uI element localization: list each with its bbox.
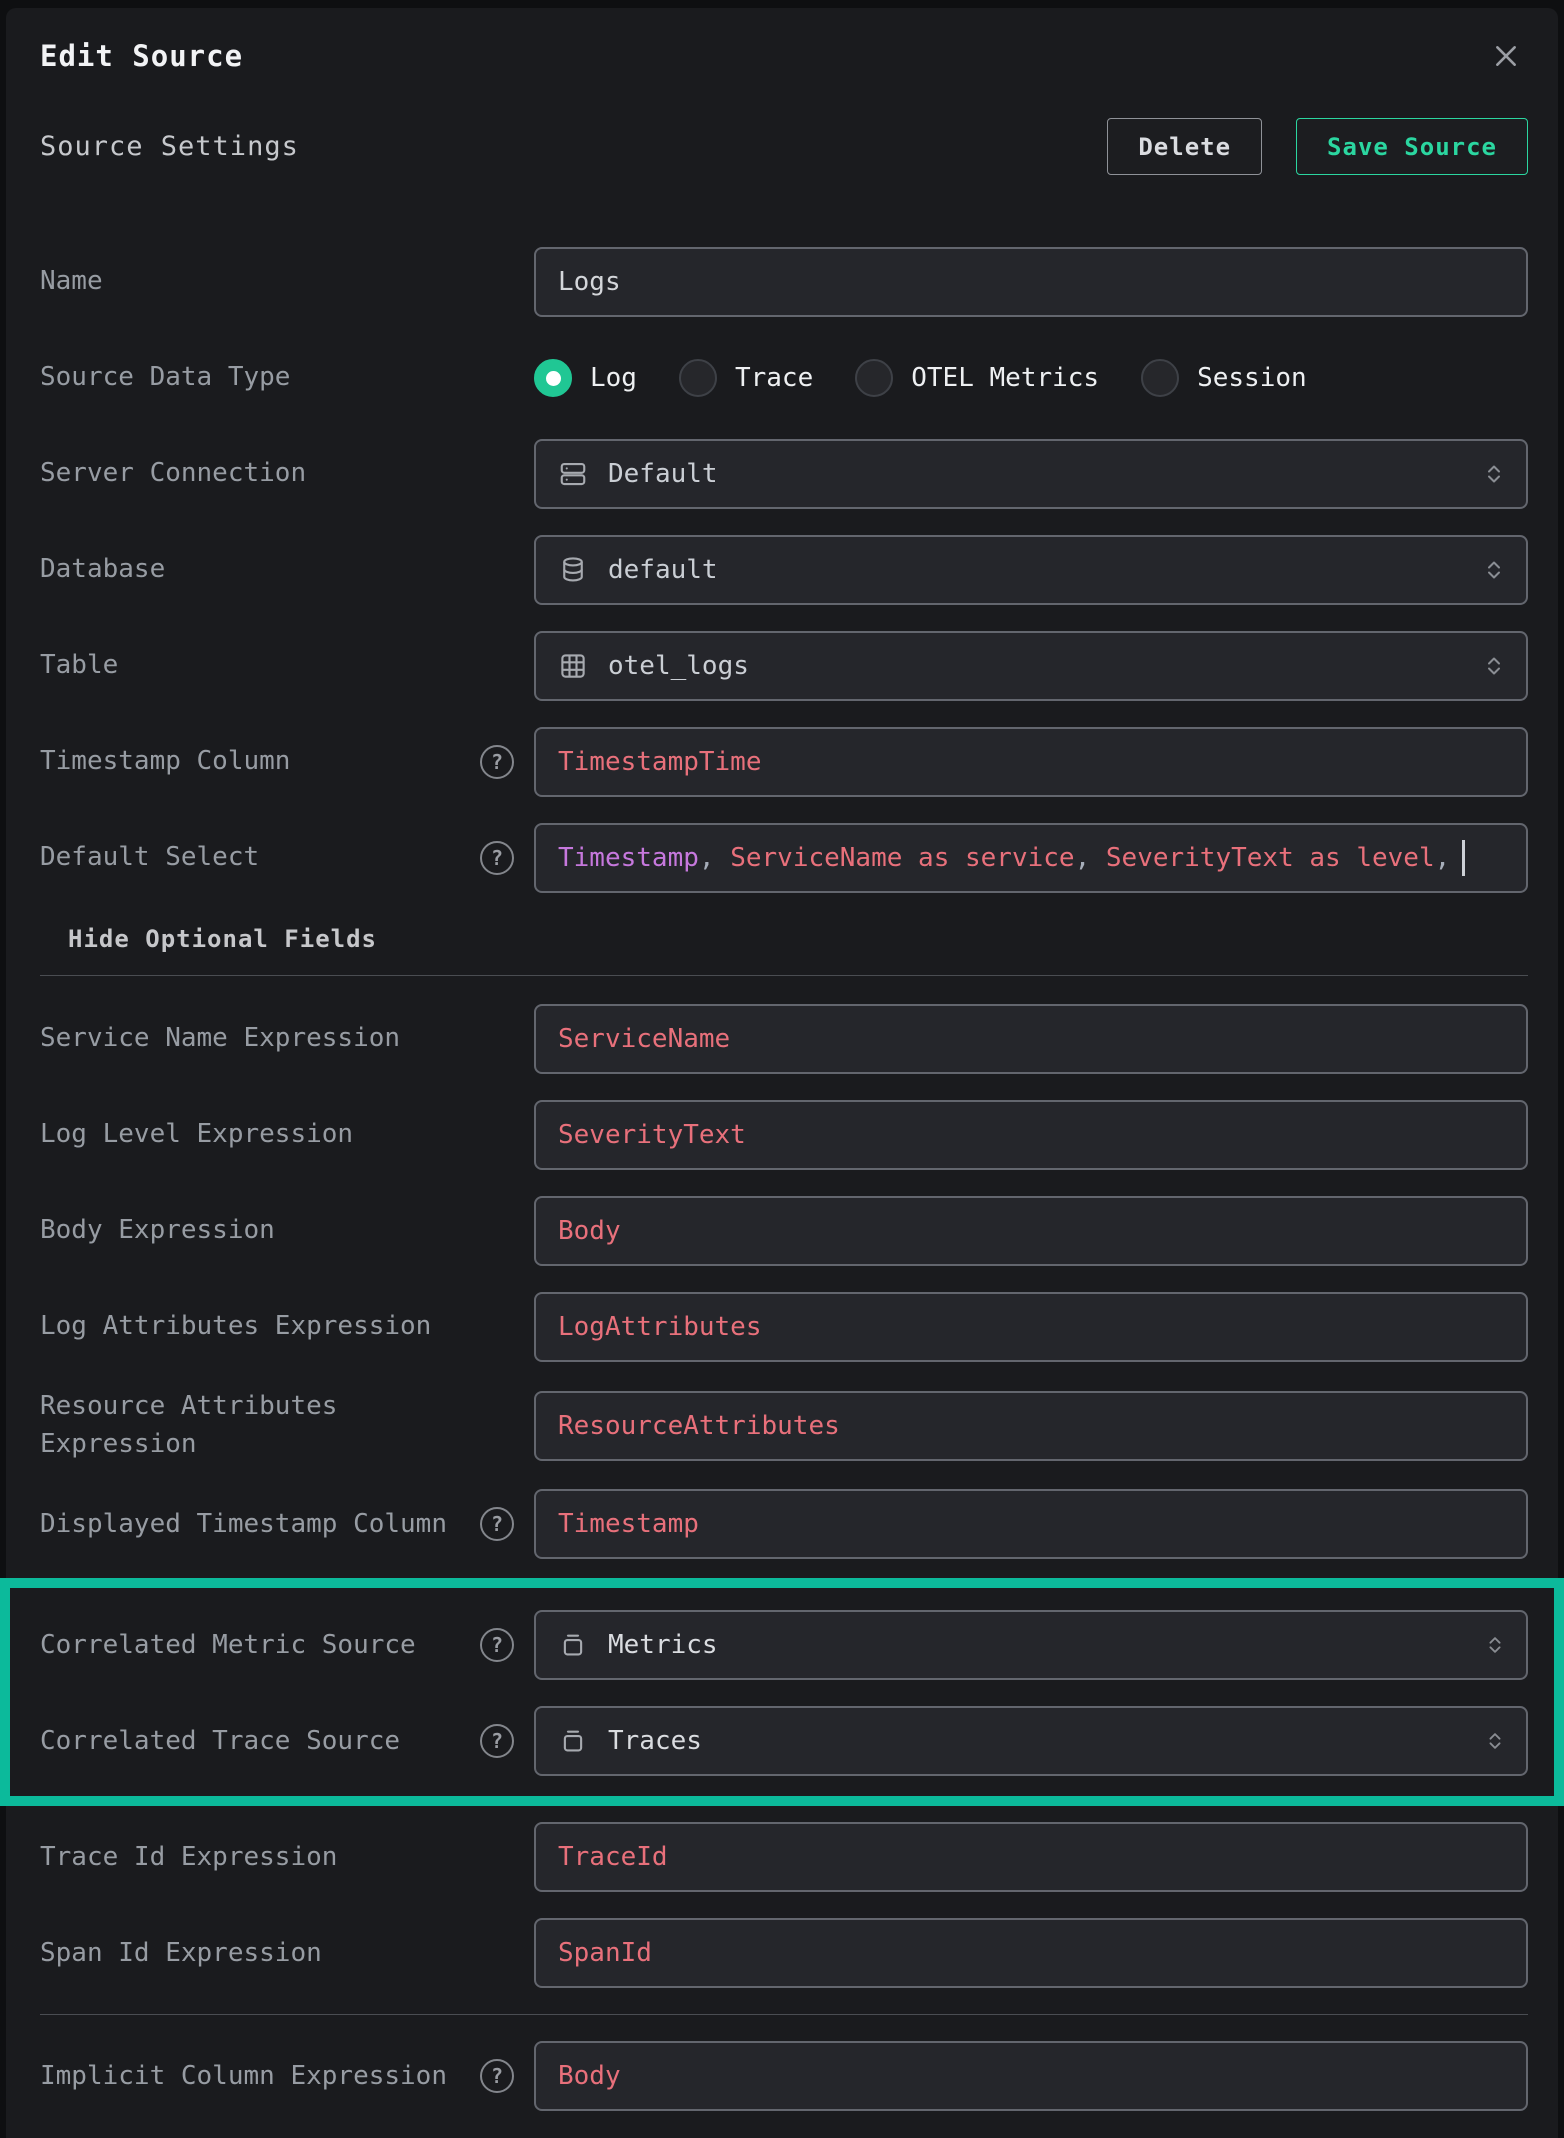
name-input[interactable]: Logs xyxy=(534,247,1528,317)
archive-box-icon xyxy=(558,1726,588,1756)
chevron-updown-icon xyxy=(1482,462,1506,486)
field-row-name: Name Logs xyxy=(40,247,1528,317)
field-row-resource-attributes-expression: Resource Attributes Expression ResourceA… xyxy=(40,1388,1528,1463)
displayed-timestamp-column-input[interactable]: Timestamp xyxy=(534,1489,1528,1559)
chevron-updown-icon xyxy=(1482,558,1506,582)
field-row-implicit-column-expression: Implicit Column Expression ? Body xyxy=(40,2041,1528,2111)
span-id-expression-input[interactable]: SpanId xyxy=(534,1918,1528,1988)
correlated-metric-source-value: Metrics xyxy=(608,1630,718,1660)
delete-button[interactable]: Delete xyxy=(1107,118,1262,175)
hide-optional-fields-toggle[interactable]: Hide Optional Fields xyxy=(68,925,377,953)
chevron-updown-icon xyxy=(1484,1634,1506,1656)
trace-id-expression-input[interactable]: TraceId xyxy=(534,1822,1528,1892)
chevron-updown-icon xyxy=(1484,1730,1506,1752)
help-icon[interactable]: ? xyxy=(480,2059,514,2093)
service-name-expression-label: Service Name Expression xyxy=(40,1020,400,1058)
field-row-server-connection: Server Connection Default xyxy=(40,439,1528,509)
log-level-expression-label: Log Level Expression xyxy=(40,1116,353,1154)
log-attributes-expression-input[interactable]: LogAttributes xyxy=(534,1292,1528,1362)
table-select[interactable]: otel_logs xyxy=(534,631,1528,701)
resource-attributes-expression-label: Resource Attributes Expression xyxy=(40,1388,380,1463)
table-value: otel_logs xyxy=(608,651,749,681)
section-divider xyxy=(40,2014,1528,2015)
field-row-correlated-metric-source: Correlated Metric Source ? Metrics xyxy=(40,1610,1528,1680)
body-expression-label: Body Expression xyxy=(40,1212,275,1250)
field-row-log-attributes-expression: Log Attributes Expression LogAttributes xyxy=(40,1292,1528,1362)
highlight-annotation-box: Correlated Metric Source ? Metrics xyxy=(0,1578,1564,1806)
dialog-title: Edit Source xyxy=(40,39,243,73)
radio-unselected-icon[interactable] xyxy=(679,359,717,397)
chevron-updown-icon xyxy=(1482,654,1506,678)
field-row-table: Table otel_logs xyxy=(40,631,1528,701)
radio-selected-icon[interactable] xyxy=(534,359,572,397)
field-row-default-select: Default Select ? Timestamp, ServiceName … xyxy=(40,823,1528,893)
correlated-trace-source-label: Correlated Trace Source xyxy=(40,1723,400,1761)
default-select-input[interactable]: Timestamp, ServiceName as service, Sever… xyxy=(534,823,1528,893)
timestamp-column-label: Timestamp Column xyxy=(40,743,290,781)
server-connection-select[interactable]: Default xyxy=(534,439,1528,509)
field-row-log-level-expression: Log Level Expression SeverityText xyxy=(40,1100,1528,1170)
displayed-timestamp-column-label: Displayed Timestamp Column xyxy=(40,1506,447,1544)
database-value: default xyxy=(608,555,718,585)
database-label: Database xyxy=(40,551,165,589)
span-id-expression-label: Span Id Expression xyxy=(40,1935,322,1973)
radio-unselected-icon[interactable] xyxy=(855,359,893,397)
implicit-column-expression-label: Implicit Column Expression xyxy=(40,2058,447,2096)
field-row-timestamp-column: Timestamp Column ? TimestampTime xyxy=(40,727,1528,797)
correlated-trace-source-value: Traces xyxy=(608,1726,702,1756)
log-attributes-expression-label: Log Attributes Expression xyxy=(40,1308,431,1346)
field-row-span-id-expression: Span Id Expression SpanId xyxy=(40,1918,1528,1988)
text-cursor xyxy=(1462,840,1465,876)
service-name-expression-input[interactable]: ServiceName xyxy=(534,1004,1528,1074)
body-expression-input[interactable]: Body xyxy=(534,1196,1528,1266)
database-select[interactable]: default xyxy=(534,535,1528,605)
server-connection-value: Default xyxy=(608,459,718,489)
server-icon xyxy=(558,459,588,489)
radio-session[interactable]: Session xyxy=(1141,359,1307,397)
field-row-database: Database default xyxy=(40,535,1528,605)
field-row-displayed-timestamp-column: Displayed Timestamp Column ? Timestamp xyxy=(40,1489,1528,1559)
help-icon[interactable]: ? xyxy=(480,1507,514,1541)
correlated-metric-source-select[interactable]: Metrics xyxy=(534,1610,1528,1680)
radio-trace[interactable]: Trace xyxy=(679,359,813,397)
help-icon[interactable]: ? xyxy=(480,745,514,779)
field-row-body-expression: Body Expression Body xyxy=(40,1196,1528,1266)
field-row-correlated-trace-source: Correlated Trace Source ? Traces xyxy=(40,1706,1528,1776)
save-source-button[interactable]: Save Source xyxy=(1296,118,1528,175)
correlated-trace-source-select[interactable]: Traces xyxy=(534,1706,1528,1776)
section-title: Source Settings xyxy=(40,131,299,162)
close-icon[interactable] xyxy=(1484,34,1528,78)
implicit-column-expression-input[interactable]: Body xyxy=(534,2041,1528,2111)
help-icon[interactable]: ? xyxy=(480,841,514,875)
field-row-source-data-type: Source Data Type Log Trace OTEL Metrics … xyxy=(40,343,1528,413)
radio-unselected-icon[interactable] xyxy=(1141,359,1179,397)
field-row-trace-id-expression: Trace Id Expression TraceId xyxy=(40,1822,1528,1892)
table-icon xyxy=(558,651,588,681)
archive-box-icon xyxy=(558,1630,588,1660)
database-icon xyxy=(558,555,588,585)
edit-source-dialog: Edit Source Source Settings Delete Save … xyxy=(6,8,1558,2138)
name-label: Name xyxy=(40,263,103,301)
timestamp-column-input[interactable]: TimestampTime xyxy=(534,727,1528,797)
help-icon[interactable]: ? xyxy=(480,1724,514,1758)
table-label: Table xyxy=(40,647,118,685)
resource-attributes-expression-input[interactable]: ResourceAttributes xyxy=(534,1391,1528,1461)
server-connection-label: Server Connection xyxy=(40,455,306,493)
section-divider xyxy=(40,975,1528,976)
source-data-type-radio-group: Log Trace OTEL Metrics Session xyxy=(534,359,1528,397)
help-icon[interactable]: ? xyxy=(480,1628,514,1662)
source-data-type-label: Source Data Type xyxy=(40,359,290,397)
trace-id-expression-label: Trace Id Expression xyxy=(40,1839,337,1877)
radio-otel-metrics[interactable]: OTEL Metrics xyxy=(855,359,1099,397)
radio-log[interactable]: Log xyxy=(534,359,637,397)
correlated-metric-source-label: Correlated Metric Source xyxy=(40,1627,416,1665)
log-level-expression-input[interactable]: SeverityText xyxy=(534,1100,1528,1170)
default-select-label: Default Select xyxy=(40,839,259,877)
field-row-service-name-expression: Service Name Expression ServiceName xyxy=(40,1004,1528,1074)
